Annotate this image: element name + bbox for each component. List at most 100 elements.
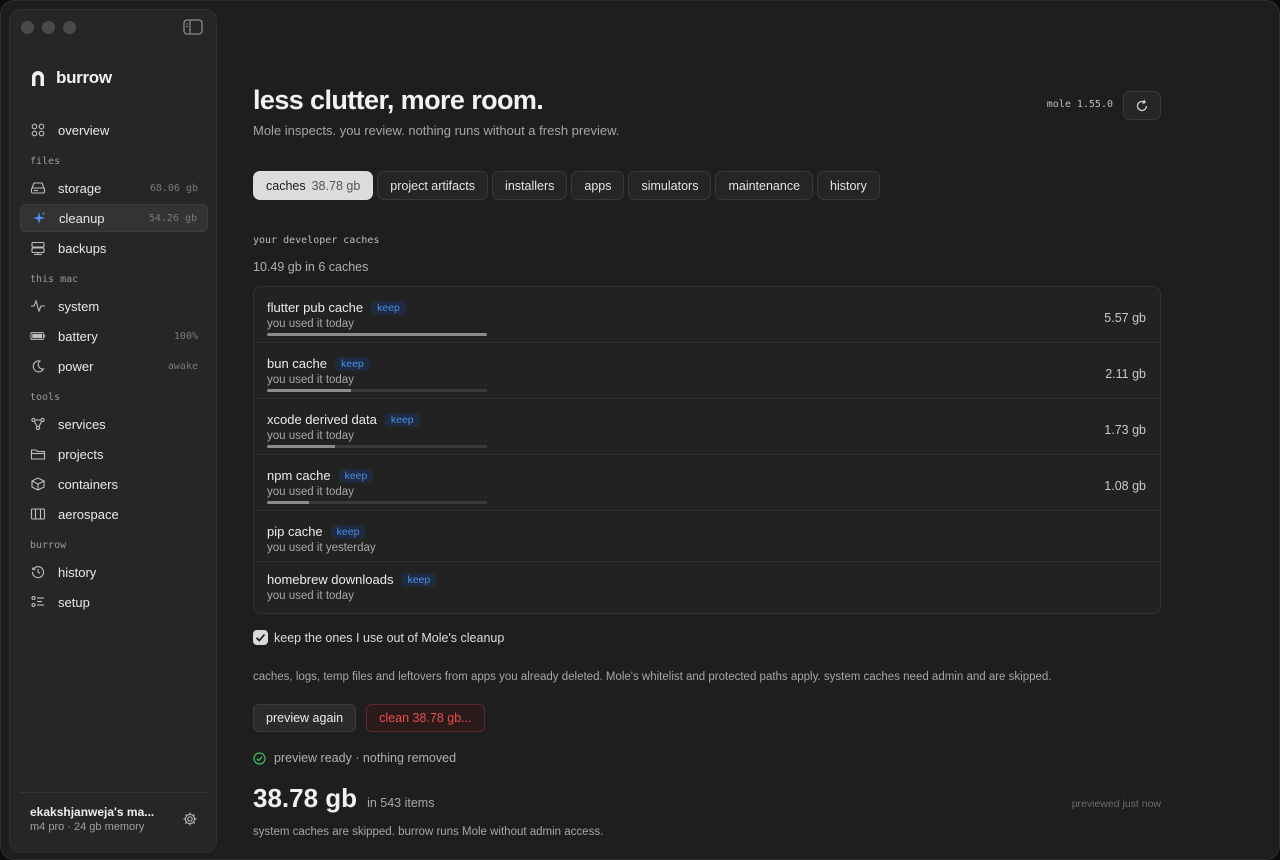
tab-simulators[interactable]: simulators [628,171,712,200]
sidebar-item-label: system [58,298,100,314]
refresh-button[interactable] [1123,91,1161,120]
usage-bar [267,389,487,392]
action-buttons: preview again clean 38.78 gb... [253,704,485,732]
sidebar-item-power[interactable]: power awake [20,352,208,380]
section-label-tools: tools [30,392,61,403]
tab-label: caches [266,178,306,193]
sidebar-item-label: containers [58,476,118,492]
tab-apps[interactable]: apps [571,171,625,200]
last-used: you used it today [267,590,354,602]
sidebar-item-label: setup [58,594,90,610]
sidebar-item-label: storage [58,180,102,196]
sidebar-item-label: history [58,564,97,580]
cache-name: pip cache [267,524,323,539]
sidebar-item-projects[interactable]: projects [20,440,208,468]
cache-size: 1.08 gb [1104,479,1146,493]
section-label-files: files [30,156,61,167]
zoom-window-button[interactable] [63,21,76,34]
sidebar-item-label: backups [58,240,107,256]
gear-icon[interactable] [182,811,198,827]
minimize-window-button[interactable] [42,21,55,34]
battery-icon [30,328,46,344]
usage-bar [267,333,487,336]
cache-name: homebrew downloads [267,572,394,587]
cache-name-row: pip cache keep [267,524,366,539]
checkbox[interactable] [253,630,268,645]
keep-used-checkbox[interactable]: keep the ones I use out of Mole's cleanu… [253,630,504,645]
list-item[interactable]: xcode derived data keep you used it toda… [254,399,1160,455]
usage-bar [267,445,487,448]
list-item[interactable]: npm cache keep you used it today 1.08 gb [254,455,1160,511]
cache-size: 1.73 gb [1104,423,1146,437]
sidebar-item-system[interactable]: system [20,292,208,320]
drive-icon [30,180,46,196]
checklist-icon [30,594,46,610]
sidebar-item-label: services [58,416,106,432]
folder-icon [30,446,46,462]
sidebar-item-overview[interactable]: overview [20,116,208,144]
tab-label: installers [505,178,555,193]
previewed-timestamp: previewed just now [1071,798,1161,810]
battery-level: 100% [173,330,198,342]
cleanup-description: caches, logs, temp files and leftovers f… [253,671,1052,683]
sidebar-item-battery[interactable]: battery 100% [20,322,208,350]
burrow-logo-icon [32,71,44,86]
app-name: burrow [56,68,112,87]
cache-size: 2.11 gb [1105,367,1146,381]
status-line: preview ready · nothing removed [253,751,456,765]
sidebar-item-label: aerospace [58,506,119,522]
keep-badge: keep [330,524,366,539]
cache-size: 5.57 gb [1104,311,1146,325]
usage-bar-fill [267,389,351,392]
tab-maintenance[interactable]: maintenance [715,171,814,200]
grid-icon [30,122,46,138]
sidebar-item-setup[interactable]: setup [20,588,208,616]
list-item[interactable]: flutter pub cache keep you used it today… [254,287,1160,343]
activity-icon [30,298,46,314]
cache-name: flutter pub cache [267,300,364,315]
columns-icon [30,506,46,522]
mole-version: mole 1.55.0 [1046,99,1113,110]
preview-again-button[interactable]: preview again [253,704,357,732]
box-icon [30,476,46,492]
list-item[interactable]: homebrew downloads keep you used it toda… [254,562,1160,613]
cache-name-row: xcode derived data keep [267,412,420,427]
cache-name: npm cache [267,468,331,483]
sidebar-item-containers[interactable]: containers [20,470,208,498]
close-window-button[interactable] [21,21,34,34]
last-used: you used it today [267,430,354,442]
sidebar-item-history[interactable]: history [20,558,208,586]
total-summary: 38.78 gb in 543 items [253,783,434,814]
page-title: less clutter, more room. [253,85,544,115]
section-label-burrow: burrow [30,540,67,551]
cache-name-row: bun cache keep [267,356,370,371]
category-tabs: caches 38.78 gb project artifacts instal… [253,171,880,200]
tab-count: 38.78 gb [311,178,361,193]
keep-badge: keep [335,356,370,371]
usage-bar-fill [267,501,309,504]
clean-button[interactable]: clean 38.78 gb... [366,704,485,732]
caches-summary: 10.49 gb in 6 caches [253,260,369,274]
tab-caches[interactable]: caches 38.78 gb [253,171,374,200]
sidebar-item-cleanup[interactable]: cleanup 54.26 gb [20,204,208,232]
power-state: awake [167,360,198,372]
tab-label: simulators [641,178,699,193]
cache-name: bun cache [267,356,327,371]
cache-name-row: flutter pub cache keep [267,300,406,315]
total-size: 38.78 gb [253,783,358,813]
tab-history[interactable]: history [817,171,880,200]
list-item[interactable]: pip cache keep you used it yesterday [254,511,1160,562]
checkbox-label: keep the ones I use out of Mole's cleanu… [274,630,505,645]
sparkle-icon [31,210,47,226]
sidebar-item-aerospace[interactable]: aerospace [20,500,208,528]
sidebar-footer: ekakshjanweja's ma... m4 pro · 24 gb mem… [20,792,206,842]
check-circle-icon [253,751,266,765]
tab-label: apps [584,178,612,193]
sidebar-toggle-icon[interactable] [183,19,203,35]
tab-installers[interactable]: installers [492,171,568,200]
list-item[interactable]: bun cache keep you used it today 2.11 gb [254,343,1160,399]
sidebar-item-storage[interactable]: storage 68.06 gb [20,174,208,202]
sidebar-item-services[interactable]: services [20,410,208,438]
sidebar-item-backups[interactable]: backups [20,234,208,262]
tab-project-artifacts[interactable]: project artifacts [377,171,489,200]
